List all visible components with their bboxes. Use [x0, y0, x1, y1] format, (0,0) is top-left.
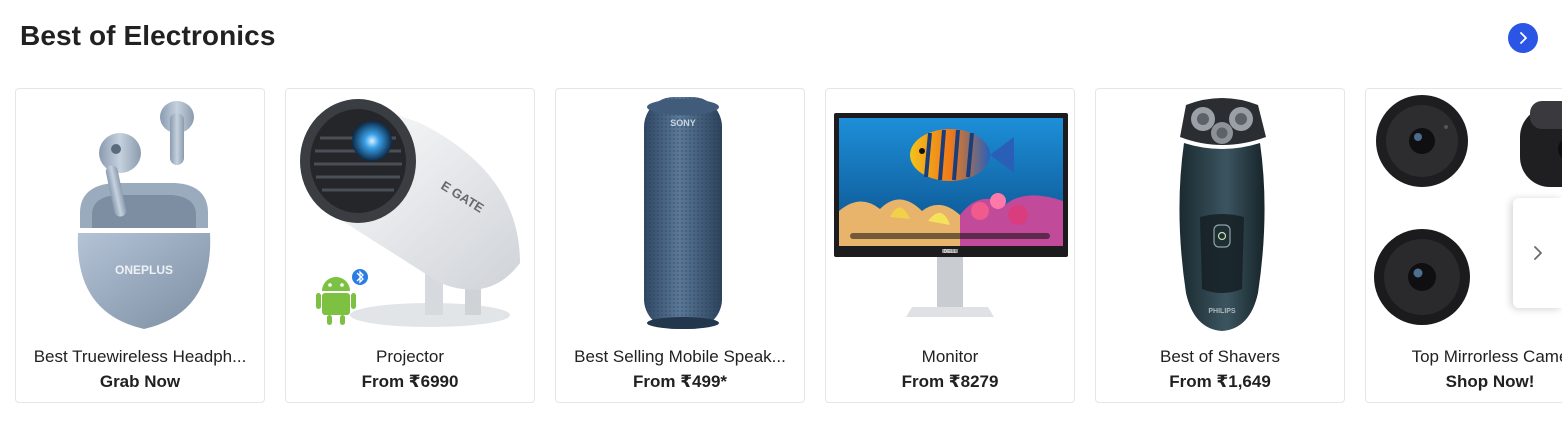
best-of-electronics-section: Best of Electronics ONEPLUS Best Truewir… — [0, 0, 1562, 432]
card-offer: From ₹6990 — [361, 372, 459, 391]
chevron-right-icon — [1533, 246, 1542, 260]
view-all-button[interactable] — [1508, 23, 1538, 53]
speaker-image: SONY — [644, 97, 722, 329]
product-carousel: ONEPLUS Best Truewireless Headph... Grab… — [15, 88, 1562, 404]
card-label: Best of Shavers — [1159, 347, 1280, 366]
oneplus-logo: ONEPLUS — [115, 263, 173, 277]
card-offer: Grab Now — [99, 372, 181, 391]
product-card-shaver[interactable]: PHILIPS Best of Shavers From ₹1,649 — [1095, 88, 1345, 403]
card-label: Top Mirrorless Came — [1411, 347, 1562, 366]
earbuds-image: ONEPLUS — [77, 101, 211, 329]
monitor-image: DELL — [834, 113, 1068, 317]
section-title: Best of Electronics — [20, 20, 276, 51]
product-card-projector[interactable]: E GATE Projector From ₹6990 — [285, 88, 535, 403]
sony-logo: SONY — [670, 118, 696, 128]
product-card-speaker[interactable]: SONY Best Selling Mobile Speak... From ₹… — [555, 88, 805, 403]
card-label: Projector — [375, 347, 445, 366]
philips-logo: PHILIPS — [1208, 308, 1236, 315]
card-offer: From ₹499* — [632, 372, 728, 391]
svg-text:DELL: DELL — [943, 249, 956, 255]
card-label: Best Truewireless Headph... — [33, 347, 247, 366]
shaver-image: PHILIPS — [1179, 98, 1266, 331]
card-offer: From ₹1,649 — [1169, 372, 1271, 391]
carousel-next-button[interactable] — [1513, 198, 1562, 308]
product-card-monitor[interactable]: DELL Monitor From ₹8279 — [825, 88, 1075, 403]
card-label: Monitor — [921, 347, 979, 366]
product-card-earbuds[interactable]: ONEPLUS Best Truewireless Headph... Grab… — [15, 88, 265, 403]
card-label: Best Selling Mobile Speak... — [574, 347, 786, 366]
card-offer: From ₹8279 — [901, 372, 999, 391]
card-offer: Shop Now! — [1445, 372, 1535, 391]
projector-image: E GATE — [300, 99, 520, 327]
android-icon — [316, 277, 356, 325]
chevron-right-icon — [1520, 32, 1527, 44]
